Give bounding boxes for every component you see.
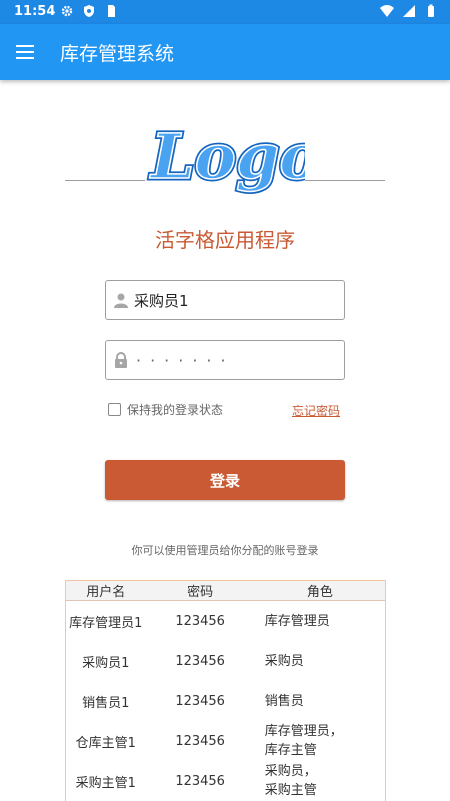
username-field[interactable] (105, 280, 345, 320)
cell-username: 仓库主管1 (75, 735, 136, 751)
menu-icon[interactable] (16, 42, 40, 62)
forgot-password-link[interactable]: 忘记密码 (292, 402, 340, 419)
cell-password: 123456 (175, 653, 225, 669)
header-username: 用户名 (86, 585, 126, 600)
cell-role: 采购员， 采购主管 (264, 764, 317, 798)
status-time: 11:54 (14, 4, 56, 19)
header-role: 角色 (306, 585, 333, 600)
table-row: 库存管理员1 123456 库存管理员 (66, 601, 385, 641)
signal-icon (403, 5, 415, 17)
password-field[interactable]: ······· (105, 340, 345, 380)
lock-icon (115, 352, 127, 368)
table-row: 采购主管1 123456 采购员， 采购主管 (66, 761, 385, 801)
shield-icon (84, 5, 94, 17)
login-button[interactable]: 登录 (105, 460, 345, 500)
wifi-icon (380, 5, 394, 17)
cell-username: 采购主管1 (75, 775, 136, 791)
cell-username: 库存管理员1 (69, 615, 143, 631)
cell-password: 123456 (175, 773, 225, 789)
logo-divider-left (65, 180, 145, 181)
cell-role: 库存管理员 (264, 613, 330, 629)
svg-text:Logo: Logo (149, 120, 305, 193)
remember-row: 保持我的登录状态 (108, 401, 223, 418)
cell-username: 销售员1 (82, 695, 130, 711)
cell-role: 销售员 (264, 693, 304, 709)
remember-label[interactable]: 保持我的登录状态 (127, 401, 223, 418)
table-header: 用户名 密码 角色 (66, 581, 385, 601)
password-input[interactable]: ······· (136, 351, 235, 370)
header-password: 密码 (187, 585, 214, 600)
user-icon (114, 293, 128, 308)
logo: Logo Logo (147, 118, 306, 196)
table-row: 采购员1 123456 采购员 (66, 641, 385, 681)
login-hint: 你可以使用管理员给你分配的账号登录 (131, 544, 319, 557)
logo-divider-right (305, 180, 385, 181)
app-title: 库存管理系统 (60, 43, 175, 65)
app-name: 活字格应用程序 (155, 228, 295, 252)
sim-icon (108, 5, 115, 17)
cell-role: 库存管理员， 库存主管 (264, 724, 343, 758)
remember-checkbox[interactable] (108, 403, 121, 416)
username-input[interactable] (134, 281, 334, 319)
app-bar: 库存管理系统 (0, 24, 450, 80)
status-bar: 11:54 (0, 0, 450, 24)
logo-area: Logo Logo (0, 110, 450, 200)
battery-icon (428, 4, 434, 17)
cell-username: 采购员1 (82, 655, 130, 671)
table-row: 仓库主管1 123456 库存管理员， 库存主管 (66, 721, 385, 761)
gear-icon (61, 5, 73, 17)
cell-role: 采购员 (264, 653, 304, 669)
table-row: 销售员1 123456 销售员 (66, 681, 385, 721)
cell-password: 123456 (175, 613, 225, 629)
cell-password: 123456 (175, 733, 225, 749)
accounts-table: 用户名 密码 角色 库存管理员1 123456 库存管理员 采购员1 12345… (65, 580, 386, 801)
cell-password: 123456 (175, 693, 225, 709)
